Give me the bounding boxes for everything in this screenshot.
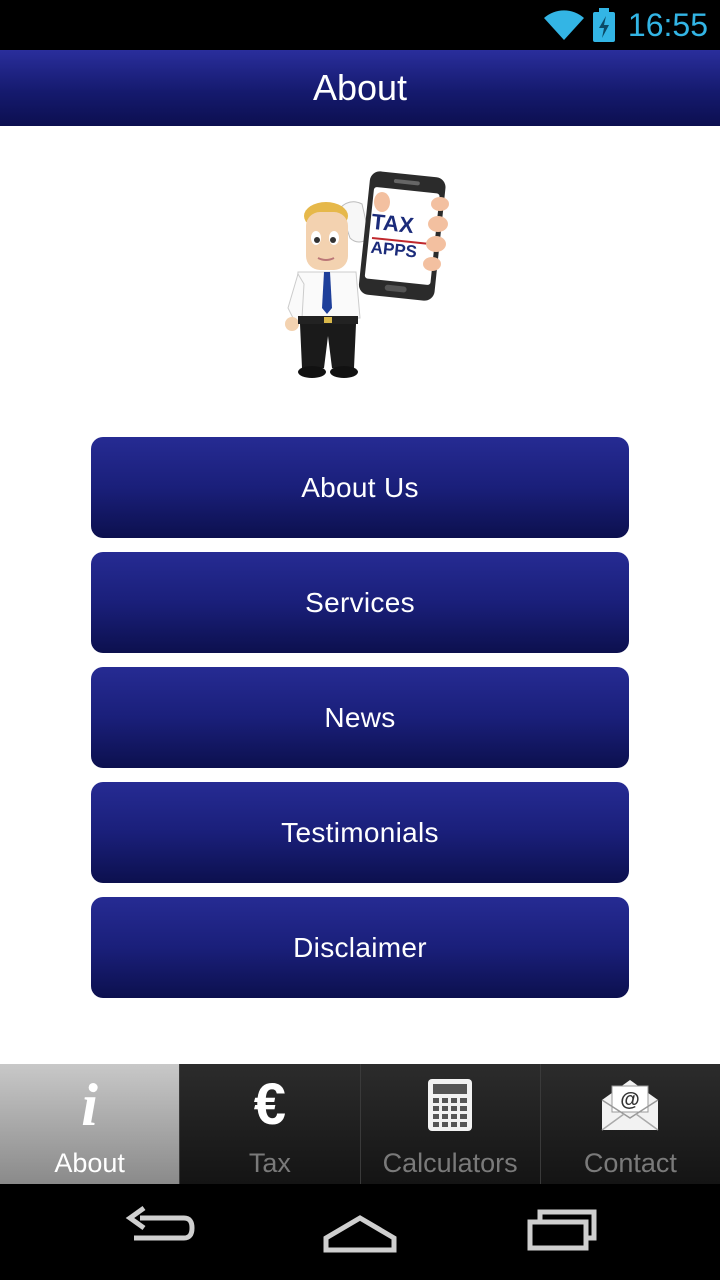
euro-icon: € [253,1072,286,1137]
system-nav-bar [0,1184,720,1280]
page-title: About [312,67,408,108]
tax-apps-logo: TAX APPS [285,171,449,378]
about-us-button[interactable]: About Us [91,437,629,538]
disclaimer-button[interactable]: Disclaimer [91,897,629,998]
title-bar: About [0,50,720,126]
tab-contact-label: Contact [583,1148,677,1178]
status-clock: 16:55 [627,7,708,43]
tab-calculators-label: Calculators [382,1148,518,1178]
about-menu: About Us Services News Testimonials Disc… [91,437,629,1012]
home-icon[interactable] [322,1202,398,1254]
email-icon: @ [541,1074,720,1136]
tab-about[interactable]: i About [0,1064,180,1184]
info-icon: i [81,1072,98,1138]
tab-calculators[interactable]: Calculators [359,1064,540,1184]
status-bar: 16:55 [0,0,720,50]
logo-text-tax: TAX [370,209,415,238]
tab-bar: i About € Tax Calculators @ Contact [0,1064,720,1184]
news-button[interactable]: News [91,667,629,768]
wifi-icon [544,10,584,40]
calculator-icon [361,1074,540,1136]
tab-contact[interactable]: @ Contact [539,1064,720,1184]
battery-icon [593,8,615,42]
testimonials-button[interactable]: Testimonials [91,782,629,883]
svg-text:@: @ [621,1089,641,1111]
back-icon[interactable] [124,1202,196,1254]
tab-tax[interactable]: € Tax [179,1064,360,1184]
recent-apps-icon[interactable] [526,1202,600,1254]
services-button[interactable]: Services [91,552,629,653]
tab-tax-label: Tax [248,1148,291,1178]
tab-about-label: About [54,1148,125,1178]
